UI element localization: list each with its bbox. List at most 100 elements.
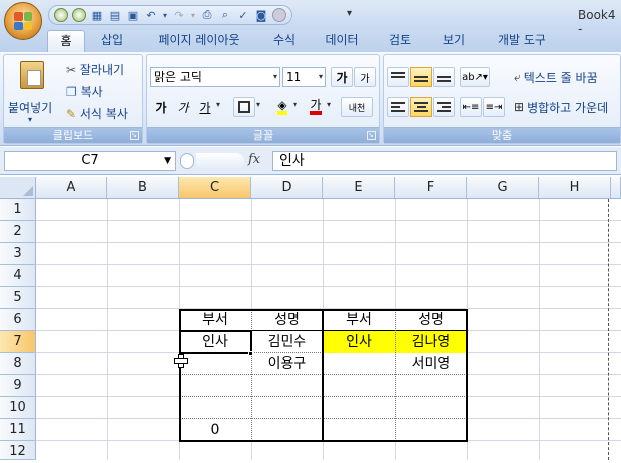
clipboard-launcher-icon[interactable]: ↘ xyxy=(130,131,139,140)
row-header-4[interactable]: 4 xyxy=(0,265,36,287)
underline-button[interactable]: 가 xyxy=(194,97,216,117)
font-name-combo[interactable]: 맑은 고딕 ▾ xyxy=(150,67,280,87)
row-header-1[interactable]: 1 xyxy=(0,199,36,221)
circle-icon[interactable] xyxy=(71,7,87,23)
name-box[interactable]: C7 ▼ xyxy=(4,151,176,171)
row-header-5[interactable]: 5 xyxy=(0,287,36,309)
cell-c11[interactable]: 0 xyxy=(179,419,251,441)
italic-button[interactable]: 가 xyxy=(172,97,194,117)
undo-dropdown-icon[interactable]: ▾ xyxy=(161,7,169,23)
column-header-f[interactable]: F xyxy=(395,177,467,199)
column-header-h[interactable]: H xyxy=(539,177,611,199)
paste-button[interactable]: 붙여넣기 ▾ xyxy=(8,59,58,125)
formula-splitter-icon[interactable] xyxy=(180,153,194,169)
column-header-g[interactable]: G xyxy=(467,177,539,199)
align-right-button[interactable] xyxy=(433,97,455,117)
cell-c6[interactable]: 부서 xyxy=(179,309,251,331)
cell-e7[interactable]: 인사 xyxy=(323,331,395,353)
decrease-indent-button[interactable]: ⇤≡ xyxy=(460,97,482,117)
camera-icon[interactable]: ◙ xyxy=(253,7,269,23)
align-center-button[interactable] xyxy=(410,97,432,117)
formula-input[interactable]: 인사 xyxy=(272,151,617,171)
align-left-button[interactable] xyxy=(387,97,409,117)
shrink-font-button[interactable]: 가 xyxy=(354,67,376,87)
font-size-combo[interactable]: 11 ▾ xyxy=(282,67,326,87)
cell-d8[interactable]: 이용구 xyxy=(251,353,323,375)
bottom-align-icon xyxy=(437,72,451,82)
phonetic-button[interactable]: 내천 xyxy=(341,97,373,117)
cell-f6[interactable]: 성명 xyxy=(395,309,467,331)
paste-dropdown-icon[interactable]: ▾ xyxy=(28,115,32,124)
format-painter-button[interactable]: ✎ 서식 복사 xyxy=(66,105,128,122)
row-header-6[interactable]: 6 xyxy=(0,309,36,331)
office-button[interactable] xyxy=(4,2,42,40)
cell-c7[interactable]: 인사 xyxy=(179,331,251,353)
insert-function-icon[interactable]: fx xyxy=(248,152,260,167)
column-header-b[interactable]: B xyxy=(107,177,179,199)
bold-button[interactable]: 가 xyxy=(150,97,172,117)
cell-e6[interactable]: 부서 xyxy=(323,309,395,331)
font-size-dropdown-icon[interactable]: ▾ xyxy=(319,68,323,86)
orientation-button[interactable]: ab↗▾ xyxy=(460,67,490,87)
select-all-corner[interactable] xyxy=(0,177,36,199)
row-header-3[interactable]: 3 xyxy=(0,243,36,265)
spelling-icon[interactable]: ✓ xyxy=(235,7,251,23)
name-box-dropdown-icon[interactable]: ▼ xyxy=(164,152,171,170)
underline-dropdown-icon[interactable]: ▾ xyxy=(216,100,220,109)
redo-icon[interactable]: ↷ xyxy=(171,7,187,23)
row-header-2[interactable]: 2 xyxy=(0,221,36,243)
merge-center-button[interactable]: ⊞ 병합하고 가운데 xyxy=(514,97,618,117)
tab-view[interactable]: 보기 xyxy=(432,30,476,52)
refresh-icon[interactable] xyxy=(53,7,69,23)
column-header-e[interactable]: E xyxy=(323,177,395,199)
cut-button[interactable]: ✂ 잘라내기 xyxy=(66,61,124,78)
cell-f8[interactable]: 서미영 xyxy=(395,353,467,375)
row-header-9[interactable]: 9 xyxy=(0,375,36,397)
customize-qat-icon[interactable]: ▾ xyxy=(347,8,352,19)
tab-data[interactable]: 데이터 xyxy=(316,30,368,52)
row-header-12[interactable]: 12 xyxy=(0,441,36,460)
redo-dropdown-icon[interactable]: ▾ xyxy=(189,7,197,23)
tab-insert[interactable]: 삽입 xyxy=(92,30,132,52)
wrap-text-label: 텍스트 줄 바꿈 xyxy=(523,70,598,85)
row-header-7[interactable]: 7 xyxy=(0,331,36,353)
print-icon[interactable]: ⎙ xyxy=(199,7,215,23)
print-preview-icon[interactable]: ⌕ xyxy=(217,7,233,23)
cell-d6[interactable]: 성명 xyxy=(251,309,323,331)
middle-align-button[interactable] xyxy=(410,67,432,87)
top-align-button[interactable] xyxy=(387,67,409,87)
font-launcher-icon[interactable]: ↘ xyxy=(367,131,376,140)
cell-d7[interactable]: 김민수 xyxy=(251,331,323,353)
column-header-c[interactable]: C xyxy=(179,177,251,199)
cell-f7[interactable]: 김나영 xyxy=(395,331,467,353)
undo-icon[interactable]: ↶ xyxy=(143,7,159,23)
row-header-10[interactable]: 10 xyxy=(0,397,36,419)
tab-page-layout[interactable]: 페이지 레이아웃 xyxy=(146,30,252,52)
font-name-dropdown-icon[interactable]: ▾ xyxy=(273,68,277,86)
fill-color-button[interactable]: ◈ xyxy=(271,97,293,117)
grow-font-button[interactable]: 가 xyxy=(331,67,353,87)
increase-indent-button[interactable]: ≡⇥ xyxy=(483,97,505,117)
grid-icon[interactable]: ▤ xyxy=(107,7,123,23)
fill-dropdown-icon[interactable]: ▾ xyxy=(293,100,297,109)
border-dropdown-icon[interactable]: ▾ xyxy=(256,100,260,109)
tab-formulas[interactable]: 수식 xyxy=(262,30,306,52)
row-header-8[interactable]: 8 xyxy=(0,353,36,375)
column-header-d[interactable]: D xyxy=(251,177,323,199)
bottom-align-button[interactable] xyxy=(433,67,455,87)
alignment-group-label: 맞춤 xyxy=(384,127,620,143)
tab-developer[interactable]: 개발 도구 xyxy=(486,30,558,52)
column-header-a[interactable]: A xyxy=(36,177,107,199)
border-button[interactable] xyxy=(233,97,255,117)
form-icon[interactable]: ▦ xyxy=(89,7,105,23)
font-color-button[interactable]: 가 xyxy=(305,97,327,117)
tab-review[interactable]: 검토 xyxy=(378,30,422,52)
tab-home[interactable]: 홈 xyxy=(47,30,85,52)
spreadsheet-grid[interactable]: A B C D E F G H 1 2 3 4 5 6 7 8 9 10 11 … xyxy=(0,177,621,460)
row-header-11[interactable]: 11 xyxy=(0,419,36,441)
wrap-text-button[interactable]: ⤶ 텍스트 줄 바꿈 xyxy=(514,67,618,87)
column-header-partial[interactable] xyxy=(611,177,621,199)
save-icon[interactable]: ▣ xyxy=(125,7,141,23)
copy-button[interactable]: ❐ 복사 xyxy=(66,83,103,100)
font-color-dropdown-icon[interactable]: ▾ xyxy=(327,100,331,109)
